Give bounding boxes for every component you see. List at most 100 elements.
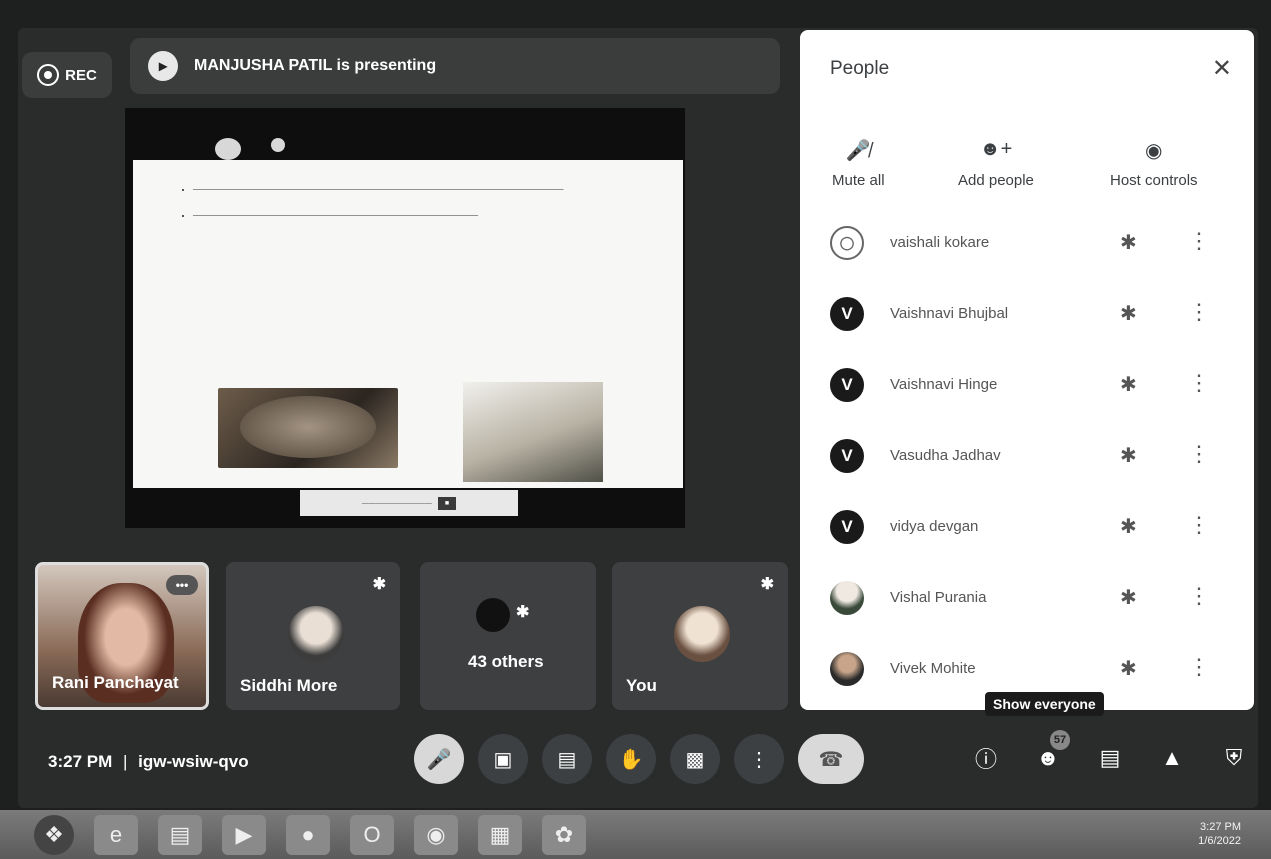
- shared-slide: ——————————————————————————————————————— …: [133, 160, 683, 488]
- participant-tile[interactable]: ••• Rani Panchayat: [35, 562, 209, 710]
- host-controls-side-button[interactable]: ⛨: [1218, 742, 1250, 774]
- camera-icon: ▣: [493, 748, 513, 771]
- mic-off-icon: ✱: [1120, 516, 1137, 538]
- participant-row[interactable]: V vidya devgan ✱ ⋮: [800, 494, 1254, 565]
- avatar: [830, 652, 864, 686]
- presenter-settings-icon: [271, 138, 285, 152]
- taskbar-item-word[interactable]: ▦: [478, 814, 522, 855]
- close-icon[interactable]: ✕: [1212, 54, 1232, 83]
- more-options-button[interactable]: ⋮: [734, 734, 784, 784]
- more-options-icon[interactable]: ⋮: [1188, 228, 1210, 254]
- call-controls: 🎤 ▣ ▤ ✋ ▩ ⋮ ☎: [414, 734, 864, 784]
- captions-button[interactable]: ▤: [542, 734, 592, 784]
- speaking-indicator-icon: •••: [166, 575, 198, 595]
- mic-off-icon: 🎤: [426, 748, 452, 771]
- paint-icon: ✿: [554, 821, 574, 847]
- activities-button[interactable]: ▲: [1156, 742, 1188, 774]
- people-button[interactable]: ☻ 57: [1032, 730, 1070, 774]
- avatar: [476, 598, 510, 632]
- participant-row[interactable]: Vishal Purania ✱ ⋮: [800, 565, 1254, 636]
- tray-date: 1/6/2022: [1198, 835, 1241, 847]
- participant-row[interactable]: V Vasudha Jadhav ✱ ⋮: [800, 423, 1254, 494]
- host-shield-icon: ⛨: [1225, 745, 1243, 770]
- presenter-toolbar: [215, 138, 285, 160]
- add-people-button[interactable]: ☻+ Add people: [958, 138, 1034, 189]
- avatar: V: [830, 368, 864, 402]
- mic-off-icon: 🎤̸: [845, 140, 871, 162]
- taskbar-item-firefox[interactable]: ●: [286, 814, 330, 855]
- participant-name: Vishal Purania: [890, 589, 987, 606]
- raise-hand-button[interactable]: ✋: [606, 734, 656, 784]
- host-controls-button[interactable]: ◉ Host controls: [1110, 138, 1198, 189]
- recording-indicator: REC: [22, 52, 112, 98]
- show-everyone-tooltip: Show everyone: [985, 692, 1104, 716]
- present-button[interactable]: ▩: [670, 734, 720, 784]
- present-icon: ▩: [685, 748, 705, 771]
- more-options-icon[interactable]: ⋮: [1188, 512, 1210, 538]
- meeting-details-button[interactable]: ⓘ: [970, 742, 1002, 774]
- participant-row[interactable]: ◯ vaishali kokare ✱ ⋮: [800, 210, 1254, 281]
- stop-presenting-button[interactable]: ■: [437, 496, 457, 510]
- mic-off-icon: ✱: [1120, 658, 1137, 680]
- participant-name: Vaishnavi Hinge: [890, 376, 998, 393]
- chat-button[interactable]: ▤: [1094, 742, 1126, 774]
- avatar: [674, 606, 730, 662]
- presenting-banner[interactable]: ▸ MANJUSHA PATIL is presenting: [130, 38, 780, 94]
- slide-bullet: ——————————————————————————————: [193, 208, 643, 224]
- meeting-info: 3:27 PM | igw-wsiw-qvo: [48, 752, 249, 772]
- leave-call-button[interactable]: ☎: [798, 734, 864, 784]
- avatar: V: [830, 439, 864, 473]
- avatar: [830, 581, 864, 615]
- avatar: V: [830, 297, 864, 331]
- participant-list: ◯ vaishali kokare ✱ ⋮ V Vaishnavi Bhujba…: [800, 210, 1254, 707]
- participant-count-badge: 57: [1050, 730, 1070, 750]
- media-player-icon: ▶: [235, 821, 253, 847]
- more-options-icon[interactable]: ⋮: [1188, 441, 1210, 467]
- firefox-icon: ●: [301, 821, 315, 847]
- start-button[interactable]: ❖: [34, 814, 74, 855]
- taskbar-item-browser[interactable]: e: [94, 814, 138, 855]
- document-icon: ▦: [489, 821, 511, 847]
- mic-off-icon: ✱: [1120, 587, 1137, 609]
- mic-off-icon: ✱: [760, 576, 774, 593]
- more-options-icon[interactable]: ⋮: [1188, 299, 1210, 325]
- participant-tile[interactable]: ✱ You: [612, 562, 788, 710]
- mic-off-icon: ✱: [1120, 374, 1137, 396]
- tile-label: Rani Panchayat: [52, 673, 179, 692]
- more-options-icon[interactable]: ⋮: [1188, 654, 1210, 680]
- camera-button[interactable]: ▣: [478, 734, 528, 784]
- more-options-icon[interactable]: ⋮: [1188, 370, 1210, 396]
- presentation-controls-bar: —————————— ■: [300, 490, 518, 516]
- taskbar-item-paint[interactable]: ✿: [542, 814, 586, 855]
- os-taskbar: ❖ e ▤ ▶ ● O ◉ ▦ ✿ 3:27 PM 1/6/2022: [0, 810, 1271, 859]
- present-screen-icon: ▸: [148, 51, 178, 81]
- taskbar-item-opera[interactable]: O: [350, 814, 394, 855]
- participant-tile[interactable]: ✱ Siddhi More: [226, 562, 400, 710]
- slide-bar-text: ——————————: [361, 499, 432, 507]
- mute-all-button[interactable]: 🎤̸ Mute all: [832, 138, 885, 189]
- mic-off-icon: ✱: [1120, 445, 1137, 467]
- participant-row[interactable]: V Vaishnavi Bhujbal ✱ ⋮: [800, 281, 1254, 352]
- participant-row[interactable]: V Vaishnavi Hinge ✱ ⋮: [800, 352, 1254, 423]
- activities-icon: ▲: [1161, 745, 1183, 770]
- taskbar-item-chrome[interactable]: ◉: [414, 814, 458, 855]
- participant-name: Vasudha Jadhav: [890, 447, 1001, 464]
- participant-name: vaishali kokare: [890, 234, 990, 251]
- more-options-icon[interactable]: ⋮: [1188, 583, 1210, 609]
- avatar: V: [830, 510, 864, 544]
- participant-tile[interactable]: ✱ 43 others: [420, 562, 596, 710]
- info-icon: ⓘ: [974, 747, 997, 772]
- avatar: [288, 606, 344, 662]
- taskbar-item-media[interactable]: ▶: [222, 814, 266, 855]
- captions-icon: ▤: [557, 748, 577, 771]
- meeting-separator: |: [122, 752, 128, 771]
- microphone-button[interactable]: 🎤: [414, 734, 464, 784]
- internet-explorer-icon: e: [109, 821, 123, 847]
- participant-name: Vaishnavi Bhujbal: [890, 305, 1009, 322]
- tile-label: 43 others: [468, 652, 544, 671]
- mic-off-icon: ✱: [1120, 232, 1137, 254]
- system-tray-clock[interactable]: 3:27 PM 1/6/2022: [1198, 820, 1241, 848]
- mute-all-label: Mute all: [832, 172, 885, 189]
- taskbar-item-explorer[interactable]: ▤: [158, 814, 202, 855]
- add-person-icon: ☻+: [979, 138, 1013, 160]
